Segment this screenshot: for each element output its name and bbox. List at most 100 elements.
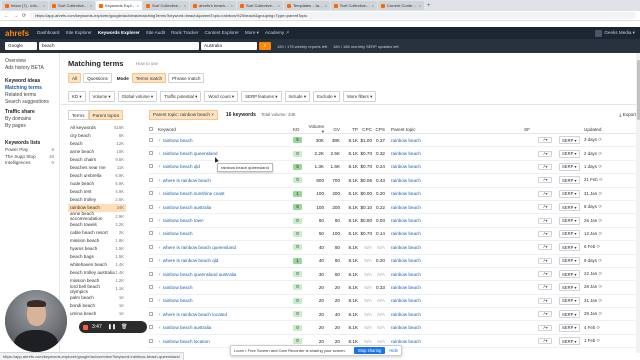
close-icon[interactable]: × (372, 3, 374, 8)
serp-button[interactable]: SERP ▾ (559, 256, 580, 265)
how-to-use-link[interactable]: How to use (136, 61, 158, 66)
sidebar-item-by-pages[interactable]: By pages (5, 123, 59, 130)
serp-button[interactable]: SERP ▾ (559, 203, 580, 212)
country-select[interactable]: Australia (201, 42, 257, 50)
refresh-icon[interactable]: ⟳ (597, 298, 602, 303)
forward-icon[interactable]: → (13, 13, 18, 19)
select-all-checkbox[interactable] (149, 126, 153, 131)
keyword-link[interactable]: rainbow beach town (163, 218, 204, 223)
parent-topic-item[interactable]: beach umbrella 6.9K (68, 172, 126, 180)
parent-topic-item[interactable]: umina beach 1K (68, 309, 126, 317)
serp-button[interactable]: SERP ▾ (559, 162, 580, 171)
filter-dropdown[interactable]: Volume ▾ (88, 91, 115, 102)
row-checkbox[interactable] (149, 244, 153, 249)
filter-dropdown[interactable]: Include ▾ (284, 91, 311, 102)
filter-all[interactable]: All (68, 73, 82, 83)
refresh-icon[interactable]: ⟳ (597, 258, 602, 263)
filter-dropdown[interactable]: SERP features ▾ (241, 91, 282, 102)
col-sf[interactable]: SF (524, 127, 538, 132)
refresh-icon[interactable]: ⟳ (597, 164, 602, 169)
url-field[interactable]: https://app.ahrefs.com/keywords-explorer… (30, 12, 636, 19)
col-kd[interactable]: KD (293, 127, 306, 132)
parent-topic-link[interactable]: rainbow beach (391, 205, 421, 210)
parent-topic-link[interactable]: rainbow beach (391, 164, 421, 169)
refresh-icon[interactable]: ⟳ (595, 244, 601, 249)
row-checkbox[interactable] (149, 311, 153, 316)
scrollbar-thumb[interactable] (636, 60, 640, 120)
keyword-link[interactable]: where is rainbow beach (163, 178, 211, 183)
parent-topic-link[interactable]: rainbow beach (391, 312, 421, 317)
row-checkbox[interactable] (149, 137, 153, 142)
refresh-icon[interactable]: ⟳ (595, 338, 601, 343)
close-icon[interactable]: × (43, 3, 45, 8)
trend-button[interactable]: ↗▾ (538, 244, 552, 251)
parent-topic-link[interactable]: rainbow beach (391, 218, 421, 223)
parent-topic-item[interactable]: city beach 6K (68, 131, 126, 139)
nav-item[interactable]: Site Audit (146, 30, 165, 36)
trend-button[interactable]: ↗▾ (538, 204, 552, 211)
col-volume[interactable]: Volume ▾ (306, 124, 327, 135)
trend-button[interactable]: ↗▾ (538, 324, 552, 331)
parent-topic-filter-chip[interactable]: Parent topic: rainbow beach × (149, 110, 218, 120)
parent-topic-link[interactable]: rainbow beach (391, 231, 421, 236)
trend-button[interactable]: ↗▾ (538, 257, 552, 264)
parent-topic-link[interactable]: rainbow beach (391, 178, 421, 183)
serp-button[interactable]: SERP ▾ (559, 296, 580, 305)
keyword-link[interactable]: rainbow beach qld (163, 164, 200, 169)
filter-dropdown[interactable]: Exclude ▾ (313, 91, 341, 102)
parent-topic-item[interactable]: nude beach 5.9K (68, 180, 126, 188)
search-button[interactable]: ⌕ (259, 42, 271, 50)
browser-tab[interactable]: Templates - Jasper × (284, 1, 330, 10)
row-checkbox[interactable] (149, 284, 153, 289)
parent-topic-link[interactable]: rainbow beach (391, 258, 421, 263)
add-to-list-icon[interactable]: + (158, 312, 161, 317)
nav-item[interactable]: Keywords Explorer (98, 30, 140, 36)
parent-topic-item[interactable]: beach tent 4.9K (68, 188, 126, 196)
hide-button[interactable]: Hide (389, 348, 398, 353)
serp-button[interactable]: SERP ▾ (559, 270, 580, 279)
row-checkbox[interactable] (149, 218, 153, 223)
trend-button[interactable]: ↗▾ (538, 190, 552, 197)
parent-topic-item[interactable]: anne beach accommodation 2.9K (68, 211, 126, 221)
account-menu[interactable]: Geeks Media ▾ (604, 30, 635, 36)
parent-topic-item[interactable]: All keywords 616K (68, 123, 126, 131)
close-icon[interactable]: × (90, 3, 92, 8)
keyword-link[interactable]: rainbow beach (163, 298, 193, 303)
nav-item[interactable]: Dashboard (37, 30, 59, 36)
nav-item[interactable]: Rank Tracker (171, 30, 198, 36)
refresh-icon[interactable]: ⟳ (597, 218, 602, 223)
filter-dropdown[interactable]: Traffic potential ▾ (160, 91, 202, 102)
parent-topic-link[interactable]: rainbow beach (391, 325, 421, 330)
filter-dropdown[interactable]: Word count ▾ (204, 91, 239, 102)
col-tp[interactable]: TP (342, 127, 360, 132)
trend-button[interactable]: ↗▾ (538, 311, 552, 318)
col-updated[interactable]: Updated (584, 127, 615, 132)
tab-terms[interactable]: Terms (68, 110, 89, 120)
browser-tab[interactable]: Current Content List for ...× (378, 1, 424, 10)
parent-topic-item[interactable]: lord bell beach olympics 1.1K (68, 284, 126, 294)
nav-item[interactable]: Content Explorer (204, 30, 238, 36)
col-gv[interactable]: GV (327, 127, 342, 132)
parent-topic-item[interactable]: beach trolley 2.6K (68, 196, 126, 204)
mode-phrase-match[interactable]: Phrase match (168, 73, 205, 83)
parent-topic-link[interactable]: rainbow beach (391, 285, 421, 290)
parent-topic-link[interactable]: rainbow beach (391, 339, 421, 344)
filter-dropdown[interactable]: Global volume ▾ (117, 91, 158, 102)
browser-tab[interactable]: Surf Collective - Collecti...× (49, 1, 95, 10)
trash-icon[interactable]: 🗑 (121, 324, 127, 330)
trend-button[interactable]: ↗▾ (538, 177, 552, 184)
trend-button[interactable]: ↗▾ (538, 217, 552, 224)
add-to-list-icon[interactable]: + (158, 285, 161, 290)
close-icon[interactable]: × (278, 3, 280, 8)
account-avatar[interactable] (595, 29, 603, 37)
webcam-bubble[interactable] (5, 290, 67, 352)
keyword-link[interactable]: rainbow beach australia (163, 205, 212, 210)
row-checkbox[interactable] (149, 271, 153, 276)
row-checkbox[interactable] (149, 298, 153, 303)
row-checkbox[interactable] (149, 151, 153, 156)
serp-button[interactable]: SERP ▾ (559, 337, 580, 346)
sidebar-item-overview[interactable]: Overview (5, 58, 59, 65)
row-checkbox[interactable] (149, 191, 153, 196)
keyword-input[interactable]: beach (39, 42, 199, 50)
keyword-link[interactable]: rainbow beach (163, 285, 193, 290)
